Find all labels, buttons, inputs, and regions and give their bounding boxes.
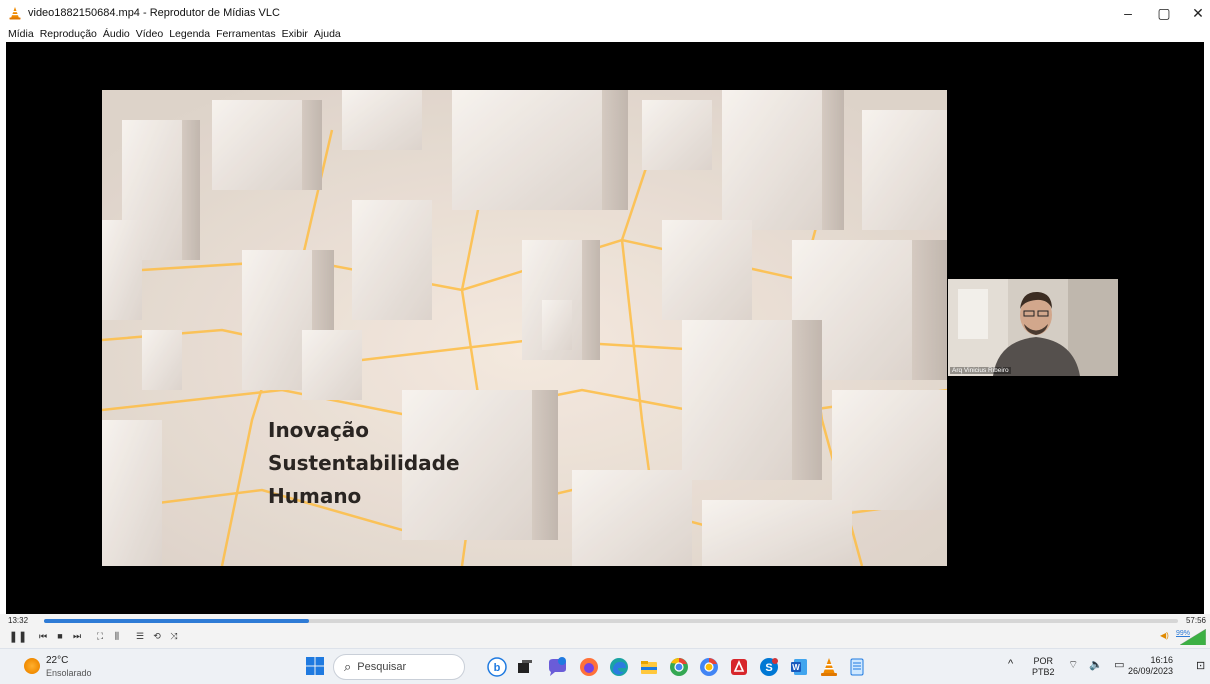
menu-exibir[interactable]: Exibir xyxy=(282,28,308,40)
clock-date: 26/09/2023 xyxy=(1128,666,1174,676)
menu-ferramentas[interactable]: Ferramentas xyxy=(216,28,276,40)
loop-button[interactable]: ⟲ xyxy=(150,629,164,643)
slide-line-humano: Humano xyxy=(268,484,362,508)
menu-legenda[interactable]: Legenda xyxy=(169,28,210,40)
svg-text:W: W xyxy=(792,663,800,672)
presentation-slide: Inovação Sustentabilidade Humano xyxy=(102,90,947,566)
volume-slider[interactable] xyxy=(1180,629,1206,645)
svg-text:S: S xyxy=(765,662,772,674)
playlist-button[interactable]: ☰ xyxy=(133,629,147,643)
chrome-icon[interactable] xyxy=(668,656,690,678)
maximize-button[interactable]: ▢ xyxy=(1146,0,1182,26)
firefox-icon[interactable] xyxy=(578,656,600,678)
video-area[interactable]: Inovação Sustentabilidade Humano Arq Vin… xyxy=(6,42,1204,614)
player-controls: 13:32 57:56 ❚❚ ⏮ ■ ⏭ ⛶ ⫼ ☰ ⟲ ⤨ ◀) 99% xyxy=(0,614,1210,648)
windows-start-icon[interactable] xyxy=(306,657,324,675)
word-icon[interactable]: W xyxy=(788,656,810,678)
stop-button[interactable]: ■ xyxy=(53,629,67,643)
task-view-icon[interactable] xyxy=(514,656,536,678)
language-indicator[interactable]: POR PTB2 xyxy=(1032,656,1055,678)
current-time: 13:32 xyxy=(8,616,29,625)
volume-icon[interactable]: ◀) xyxy=(1160,631,1169,640)
search-placeholder: Pesquisar xyxy=(357,661,407,673)
webcam-feed: Arq Vinicius Ribeiro xyxy=(948,279,1118,376)
fullscreen-button[interactable]: ⛶ xyxy=(93,629,107,643)
weather-condition[interactable]: Ensolarado xyxy=(46,668,92,678)
menu-video[interactable]: Vídeo xyxy=(136,28,163,40)
chat-icon[interactable] xyxy=(546,656,568,678)
chrome-profile-icon[interactable] xyxy=(698,656,720,678)
extended-settings-button[interactable]: ⫼ xyxy=(110,629,124,643)
search-icon: ⌕ xyxy=(344,659,352,674)
title-bar: video1882150684.mp4 - Reprodutor de Mídi… xyxy=(0,0,1210,26)
window-title: video1882150684.mp4 - Reprodutor de Mídi… xyxy=(28,7,280,19)
edge-icon[interactable] xyxy=(608,656,630,678)
seek-bar[interactable] xyxy=(44,619,1178,623)
clock-time: 16:16 xyxy=(1150,655,1174,665)
weather-temp[interactable]: 22°C xyxy=(46,655,68,666)
presenter-image xyxy=(948,279,1118,376)
language-code: POR xyxy=(1033,656,1054,666)
clock[interactable]: 16:16 26/09/2023 xyxy=(1128,655,1173,677)
pause-button[interactable]: ❚❚ xyxy=(9,629,27,643)
menu-ajuda[interactable]: Ajuda xyxy=(314,28,341,40)
city-render-image xyxy=(102,90,947,566)
bing-icon[interactable]: b xyxy=(486,656,508,678)
random-button[interactable]: ⤨ xyxy=(167,629,181,643)
slide-text: Inovação Sustentabilidade Humano xyxy=(268,414,460,513)
taskbar: 22°C Ensolarado ⌕ Pesquisar b S W ^ POR … xyxy=(0,648,1210,684)
webcam-name-label: Arq Vinicius Ribeiro xyxy=(950,367,1011,374)
network-volume-battery-icons[interactable]: ⌔ 🔈 ▭ xyxy=(1068,658,1129,672)
vlc-cone-icon xyxy=(9,7,21,20)
svg-text:b: b xyxy=(494,662,501,674)
keyboard-layout: PTB2 xyxy=(1032,667,1055,677)
menu-reproducao[interactable]: Reprodução xyxy=(40,28,97,40)
notepad-icon[interactable] xyxy=(846,656,868,678)
acrobat-icon[interactable] xyxy=(728,656,750,678)
slide-line-inovacao: Inovação xyxy=(268,418,370,442)
file-explorer-icon[interactable] xyxy=(638,656,660,678)
taskbar-search[interactable]: ⌕ Pesquisar xyxy=(333,654,465,680)
skype-icon[interactable]: S xyxy=(758,656,780,678)
menu-audio[interactable]: Áudio xyxy=(103,28,130,40)
total-time: 57:56 xyxy=(1185,616,1206,625)
menu-bar: Mídia Reprodução Áudio Vídeo Legenda Fer… xyxy=(0,26,1210,42)
minimize-button[interactable]: – xyxy=(1110,0,1146,26)
notifications-icon[interactable]: ⊡ xyxy=(1196,659,1205,672)
seek-bar-fill xyxy=(44,619,310,623)
close-button[interactable]: ✕ xyxy=(1180,0,1210,26)
show-hidden-icons-chevron[interactable]: ^ xyxy=(1008,658,1013,670)
sun-icon[interactable] xyxy=(24,658,40,674)
previous-button[interactable]: ⏮ xyxy=(36,629,50,643)
vlc-taskbar-icon[interactable] xyxy=(818,656,840,678)
next-button[interactable]: ⏭ xyxy=(70,629,84,643)
menu-midia[interactable]: Mídia xyxy=(8,28,34,40)
slide-line-sustentabilidade: Sustentabilidade xyxy=(268,451,460,475)
